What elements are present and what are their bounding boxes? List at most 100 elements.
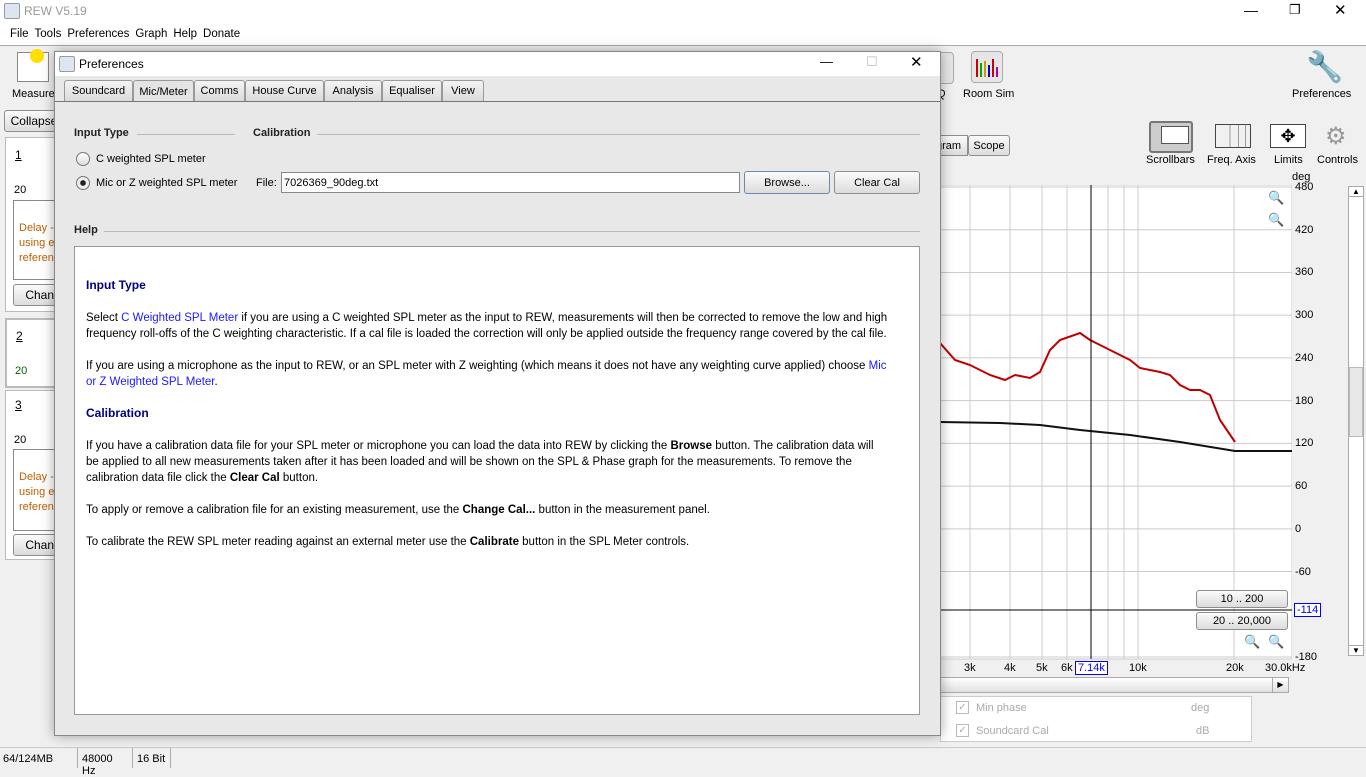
divider	[317, 134, 920, 135]
y-tick: 360	[1295, 266, 1314, 279]
dialog-maximize-button[interactable]: ☐	[866, 54, 878, 70]
text: Select	[86, 312, 122, 324]
text: Calibrate	[469, 536, 519, 548]
clear-cal-button[interactable]: Clear Cal	[834, 171, 920, 194]
menu-bar: File Tools Preferences Graph Help Donate	[0, 24, 1366, 46]
x-tick: 3k	[964, 662, 976, 674]
legend-unit: dB	[1196, 725, 1210, 737]
close-button[interactable]: ✕	[1334, 1, 1347, 19]
minimize-button[interactable]: —	[1244, 2, 1258, 18]
text: To calibrate the REW SPL meter reading a…	[86, 536, 470, 548]
wrench-icon[interactable]: 🔧	[1306, 50, 1343, 85]
menu-preferences[interactable]: Preferences	[67, 28, 129, 40]
y-tick: 420	[1295, 223, 1314, 236]
x-tick: 5k	[1036, 662, 1048, 674]
x-tick: 30.0kHz	[1265, 662, 1306, 674]
status-bar: 64/124MB 48000 Hz 16 Bit	[0, 747, 1366, 777]
tab-view[interactable]: View	[442, 80, 484, 101]
x-tick: 20k	[1226, 662, 1244, 674]
zoom-in-icon[interactable]: 🔍	[1268, 634, 1284, 650]
zoom-in-icon[interactable]: 🔍	[1268, 190, 1284, 206]
cursor-y-readout: -114	[1294, 603, 1322, 617]
measure-icon[interactable]	[17, 49, 49, 82]
zoom-out-icon[interactable]: 🔍	[1268, 212, 1284, 228]
cursor-x-readout: 7.14k	[1075, 661, 1108, 675]
help-paragraph: To apply or remove a calibration file fo…	[86, 502, 889, 518]
text: Change Cal...	[462, 504, 536, 516]
radio-mic-z-weighted-label[interactable]: Mic or Z weighted SPL meter	[96, 177, 237, 189]
maximize-button[interactable]: ❐	[1289, 2, 1301, 18]
memory-status: 64/124MB	[0, 748, 78, 768]
measurement-number: 3	[15, 398, 22, 412]
tab-house-curve[interactable]: House Curve	[245, 80, 324, 101]
bit-depth-status: 16 Bit	[133, 748, 171, 768]
legend-unit: deg	[1191, 702, 1210, 714]
c-weighted-link[interactable]: C Weighted SPL Meter	[121, 312, 238, 324]
x-tick: 10k	[1129, 662, 1147, 674]
measurement-number: 1	[15, 148, 22, 162]
menu-donate[interactable]: Donate	[203, 28, 240, 40]
y-tick: 0	[1295, 522, 1302, 535]
legend-panel: ✓ Min phase deg ✓ Soundcard Cal dB	[940, 696, 1252, 742]
app-icon	[4, 3, 20, 19]
room-sim-label[interactable]: Room Sim	[963, 88, 1014, 100]
soundcard-cal-checkbox[interactable]: ✓	[956, 724, 969, 737]
freq-axis-label[interactable]: Freq. Axis	[1207, 154, 1256, 166]
vertical-scrollbar[interactable]: ▲ ▼	[1348, 186, 1364, 656]
menu-help[interactable]: Help	[173, 28, 197, 40]
file-label: File:	[256, 177, 277, 189]
x-tick: 4k	[1004, 662, 1016, 674]
text: button in the measurement panel.	[535, 504, 710, 516]
range-10-200-button[interactable]: 10 .. 200	[1196, 590, 1288, 608]
y-tick: 60	[1295, 480, 1308, 493]
help-paragraph: To calibrate the REW SPL meter reading a…	[86, 534, 889, 550]
zoom-out-icon[interactable]: 🔍	[1244, 634, 1260, 650]
limits-icon[interactable]: ✥	[1270, 124, 1306, 148]
y-tick: 180	[1295, 394, 1314, 407]
text: button in the SPL Meter controls.	[518, 536, 690, 548]
gear-icon[interactable]: ⚙	[1325, 122, 1347, 151]
menu-file[interactable]: File	[10, 28, 29, 40]
tab-soundcard[interactable]: Soundcard	[64, 80, 133, 101]
dialog-minimize-button[interactable]: —	[820, 54, 833, 69]
measurement-number: 2	[16, 329, 23, 343]
tab-scope[interactable]: Scope	[968, 135, 1010, 156]
measure-label[interactable]: Measure	[12, 88, 55, 100]
freq-axis-icon[interactable]	[1215, 124, 1251, 148]
limits-label[interactable]: Limits	[1274, 154, 1303, 166]
text: If you are using a microphone as the inp…	[86, 360, 869, 372]
browse-button[interactable]: Browse...	[744, 171, 830, 194]
radio-mic-z-weighted[interactable]	[76, 176, 90, 190]
menu-graph[interactable]: Graph	[135, 28, 167, 40]
min-phase-checkbox[interactable]: ✓	[956, 701, 969, 714]
tab-equaliser[interactable]: Equaliser	[382, 80, 442, 101]
radio-c-weighted-label[interactable]: C weighted SPL meter	[96, 153, 206, 165]
room-sim-icon[interactable]	[971, 51, 1003, 83]
tab-mic-meter[interactable]: Mic/Meter	[133, 80, 194, 102]
preferences-label[interactable]: Preferences	[1292, 88, 1351, 100]
scrollbars-icon[interactable]	[1149, 121, 1193, 153]
axis-label: 20	[14, 184, 27, 196]
tab-comms[interactable]: Comms	[194, 80, 245, 101]
range-20-20000-button[interactable]: 20 .. 20,000	[1196, 612, 1288, 630]
help-paragraph: If you are using a microphone as the inp…	[86, 358, 889, 390]
title-bar	[0, 0, 1366, 24]
divider	[104, 231, 920, 232]
horizontal-scrollbar[interactable]: ▶	[940, 677, 1289, 693]
menu-tools[interactable]: Tools	[35, 28, 62, 40]
cal-file-input[interactable]	[281, 172, 740, 193]
calibration-heading: Calibration	[253, 127, 311, 139]
dialog-title-bar	[55, 52, 940, 76]
x-tick: 6k	[1061, 662, 1073, 674]
phase-graph[interactable]	[900, 185, 1292, 660]
radio-c-weighted[interactable]	[76, 152, 90, 166]
text: If you have a calibration data file for …	[86, 440, 671, 452]
help-title-calibration: Calibration	[86, 406, 149, 420]
y-tick: 120	[1295, 437, 1314, 450]
dialog-close-button[interactable]: ✕	[910, 53, 923, 71]
controls-label[interactable]: Controls	[1317, 154, 1358, 166]
divider	[137, 134, 235, 135]
tab-analysis[interactable]: Analysis	[324, 80, 382, 101]
scrollbars-label[interactable]: Scrollbars	[1146, 154, 1195, 166]
y-tick: 240	[1295, 351, 1314, 364]
